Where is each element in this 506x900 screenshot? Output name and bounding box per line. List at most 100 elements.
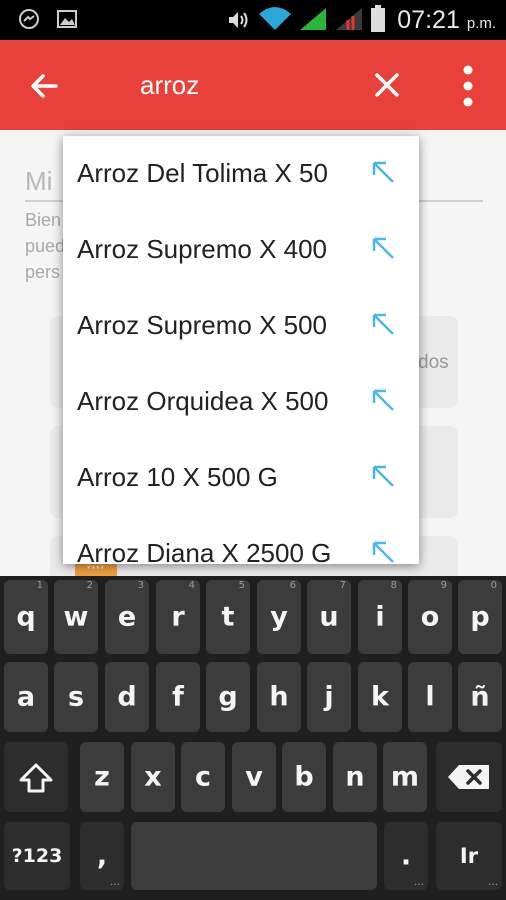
key-w[interactable]: 2w xyxy=(54,580,98,654)
key-n[interactable]: n xyxy=(333,742,377,812)
arrow-up-left-icon[interactable] xyxy=(369,310,397,338)
key-label: p xyxy=(470,601,490,633)
key-o[interactable]: 9o xyxy=(408,580,452,654)
battery-icon xyxy=(371,5,385,32)
overflow-menu-icon[interactable] xyxy=(456,62,480,110)
suggestion-item[interactable]: Arroz 10 X 500 G xyxy=(63,440,419,516)
arrow-up-left-icon[interactable] xyxy=(369,158,397,186)
shift-key[interactable] xyxy=(4,742,68,812)
suggestion-item[interactable]: Arroz Orquidea X 500 xyxy=(63,364,419,440)
key-label: x xyxy=(144,761,162,793)
key-label: j xyxy=(324,681,334,713)
key-label: t xyxy=(221,601,235,633)
suggestion-item[interactable]: Arroz Diana X 2500 G xyxy=(63,516,419,564)
backspace-icon xyxy=(448,765,489,789)
more-dots: … xyxy=(488,877,498,888)
suggestion-label: Arroz Orquidea X 500 xyxy=(77,386,329,416)
search-suggestions-list: Arroz Del Tolima X 50 Arroz Supremo X 40… xyxy=(63,136,419,564)
arrow-up-left-icon[interactable] xyxy=(369,538,397,564)
go-key[interactable]: Ir… xyxy=(436,822,502,890)
key-label: i xyxy=(375,601,385,633)
key-e[interactable]: 3e xyxy=(105,580,149,654)
arrow-left-icon[interactable] xyxy=(26,68,62,104)
key-t[interactable]: 5t xyxy=(206,580,250,654)
image-icon xyxy=(57,10,77,28)
period-key[interactable]: .… xyxy=(384,822,428,890)
backspace-key[interactable] xyxy=(436,742,502,812)
key-label: w xyxy=(63,601,89,633)
key-v[interactable]: v xyxy=(232,742,276,812)
key-b[interactable]: b xyxy=(282,742,326,812)
background-desc-line: Bien xyxy=(25,210,62,230)
signal-off-icon xyxy=(336,8,362,30)
arrow-up-left-icon[interactable] xyxy=(369,386,397,414)
key-z[interactable]: z xyxy=(80,742,124,812)
key-y[interactable]: 6y xyxy=(257,580,301,654)
key-label: d xyxy=(117,681,137,713)
key-label: c xyxy=(194,761,211,793)
close-icon[interactable] xyxy=(370,68,404,102)
key-a[interactable]: a xyxy=(4,662,48,732)
background-card-text: dos xyxy=(418,352,449,373)
background-badge: **** xyxy=(75,564,117,576)
key-label: . xyxy=(400,840,412,872)
key-k[interactable]: k xyxy=(358,662,402,732)
key-j[interactable]: j xyxy=(307,662,351,732)
key-h[interactable]: h xyxy=(257,662,301,732)
background-desc-line: pers xyxy=(25,262,61,282)
key-label: f xyxy=(172,681,184,713)
signal-icon xyxy=(300,8,326,30)
suggestion-item[interactable]: Arroz Del Tolima X 50 xyxy=(63,136,419,212)
key-i[interactable]: 8i xyxy=(358,580,402,654)
key-hint: 8 xyxy=(390,580,397,591)
key-n-tilde[interactable]: ñ xyxy=(458,662,502,732)
key-hint: 6 xyxy=(289,580,296,591)
symbols-key[interactable]: ?123 xyxy=(4,822,70,890)
suggestion-item[interactable]: Arroz Supremo X 400 xyxy=(63,212,419,288)
key-l[interactable]: l xyxy=(408,662,452,732)
key-label: s xyxy=(67,681,85,713)
space-bar[interactable] xyxy=(131,822,377,890)
clock: 07:21 p.m. xyxy=(397,6,496,35)
key-label: z xyxy=(94,761,110,793)
soft-keyboard: 1q 2w 3e 4r 5t 6y 7u 8i 9o 0p a s d f g … xyxy=(0,576,506,900)
key-q[interactable]: 1q xyxy=(4,580,48,654)
search-app-bar: arroz xyxy=(0,40,506,130)
key-hint: 5 xyxy=(238,580,245,591)
key-label: b xyxy=(294,761,314,793)
key-m[interactable]: m xyxy=(383,742,427,812)
more-dots: … xyxy=(414,877,424,888)
key-p[interactable]: 0p xyxy=(458,580,502,654)
comma-key[interactable]: ,… xyxy=(80,822,124,890)
key-hint: 0 xyxy=(490,580,497,591)
key-f[interactable]: f xyxy=(156,662,200,732)
key-label: g xyxy=(218,681,238,713)
key-r[interactable]: 4r xyxy=(156,580,200,654)
key-label: m xyxy=(390,761,420,793)
key-label: k xyxy=(371,681,389,713)
arrow-up-left-icon[interactable] xyxy=(369,462,397,490)
key-hint: 7 xyxy=(339,580,346,591)
suggestion-label: Arroz Diana X 2500 G xyxy=(77,538,332,564)
key-s[interactable]: s xyxy=(54,662,98,732)
key-hint: 4 xyxy=(188,580,195,591)
key-label: a xyxy=(16,681,36,713)
key-g[interactable]: g xyxy=(206,662,250,732)
key-hint: 3 xyxy=(137,580,144,591)
arrow-up-left-icon[interactable] xyxy=(369,234,397,262)
status-bar: 07:21 p.m. xyxy=(0,0,506,40)
key-hint: 9 xyxy=(440,580,447,591)
key-x[interactable]: x xyxy=(131,742,175,812)
key-u[interactable]: 7u xyxy=(307,580,351,654)
key-hint: 2 xyxy=(86,580,93,591)
key-c[interactable]: c xyxy=(181,742,225,812)
suggestion-label: Arroz 10 X 500 G xyxy=(77,462,278,492)
messenger-icon xyxy=(19,9,39,29)
search-input[interactable]: arroz xyxy=(140,70,199,101)
key-label: v xyxy=(245,761,263,793)
key-d[interactable]: d xyxy=(105,662,149,732)
suggestion-item[interactable]: Arroz Supremo X 500 xyxy=(63,288,419,364)
key-label: y xyxy=(270,601,288,633)
key-hint: 1 xyxy=(36,580,43,591)
key-label: u xyxy=(319,601,339,633)
